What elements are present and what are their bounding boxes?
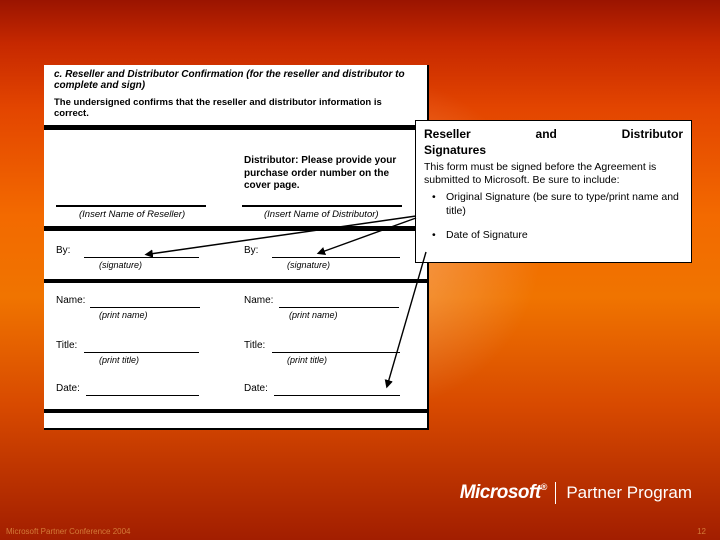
- hint-printtitle-distributor: (print title): [287, 355, 327, 365]
- microsoft-partner-logo: Microsoft® Partner Program: [460, 482, 692, 504]
- footer-page-number: 12: [697, 527, 706, 536]
- form-confirmation-text: The undersigned confirms that the resell…: [44, 93, 427, 129]
- footer-conference: Microsoft Partner Conference 2004: [6, 527, 131, 536]
- callout-title-line1: Reseller and Distributor: [424, 127, 683, 143]
- label-date-reseller: Date:: [56, 383, 80, 394]
- reseller-name-hint: (Insert Name of Reseller): [79, 209, 185, 220]
- hint-signature-reseller: (signature): [99, 260, 142, 270]
- form-section-heading: c. Reseller and Distributor Confirmation…: [44, 65, 427, 93]
- line-title-distributor: [272, 352, 400, 353]
- line-by-distributor: [272, 257, 400, 258]
- label-by-reseller: By:: [56, 245, 70, 256]
- divider-bar: [44, 226, 427, 231]
- callout-bullet: Date of Signature: [446, 229, 683, 253]
- logo-divider: [555, 482, 557, 504]
- hint-printname-reseller: (print name): [99, 310, 148, 320]
- line-name-distributor: [279, 307, 399, 308]
- hint-printname-distributor: (print name): [289, 310, 338, 320]
- distributor-name-hint: (Insert Name of Distributor): [264, 209, 379, 220]
- registered-mark: ®: [541, 482, 547, 492]
- microsoft-text: Microsoft: [460, 482, 541, 503]
- distributor-name-line: [242, 205, 402, 207]
- slide-background: c. Reseller and Distributor Confirmation…: [0, 0, 720, 540]
- label-title-distributor: Title:: [244, 340, 265, 351]
- line-by-reseller: [84, 257, 199, 258]
- divider-bar: [44, 125, 427, 130]
- distributor-note: Distributor: Please provide your purchas…: [244, 155, 414, 193]
- form-document: c. Reseller and Distributor Confirmation…: [44, 65, 429, 430]
- callout-box: Reseller and Distributor Signatures This…: [415, 120, 692, 263]
- line-name-reseller: [90, 307, 200, 308]
- divider-bar: [44, 279, 427, 283]
- label-title-reseller: Title:: [56, 340, 77, 351]
- divider-bar: [44, 409, 427, 413]
- line-date-reseller: [86, 395, 199, 396]
- line-date-distributor: [274, 395, 400, 396]
- hint-printtitle-reseller: (print title): [99, 355, 139, 365]
- line-title-reseller: [84, 352, 199, 353]
- callout-bullet-list: Original Signature (be sure to type/prin…: [424, 191, 683, 252]
- callout-bullet: Original Signature (be sure to type/prin…: [446, 191, 683, 228]
- label-name-distributor: Name:: [244, 295, 273, 306]
- callout-title-line2: Signatures: [424, 143, 683, 161]
- label-by-distributor: By:: [244, 245, 258, 256]
- reseller-name-line: [56, 205, 206, 207]
- microsoft-wordmark: Microsoft®: [460, 482, 547, 504]
- callout-body: This form must be signed before the Agre…: [424, 161, 683, 191]
- partner-program-text: Partner Program: [566, 483, 692, 503]
- label-date-distributor: Date:: [244, 383, 268, 394]
- hint-signature-distributor: (signature): [287, 260, 330, 270]
- label-name-reseller: Name:: [56, 295, 85, 306]
